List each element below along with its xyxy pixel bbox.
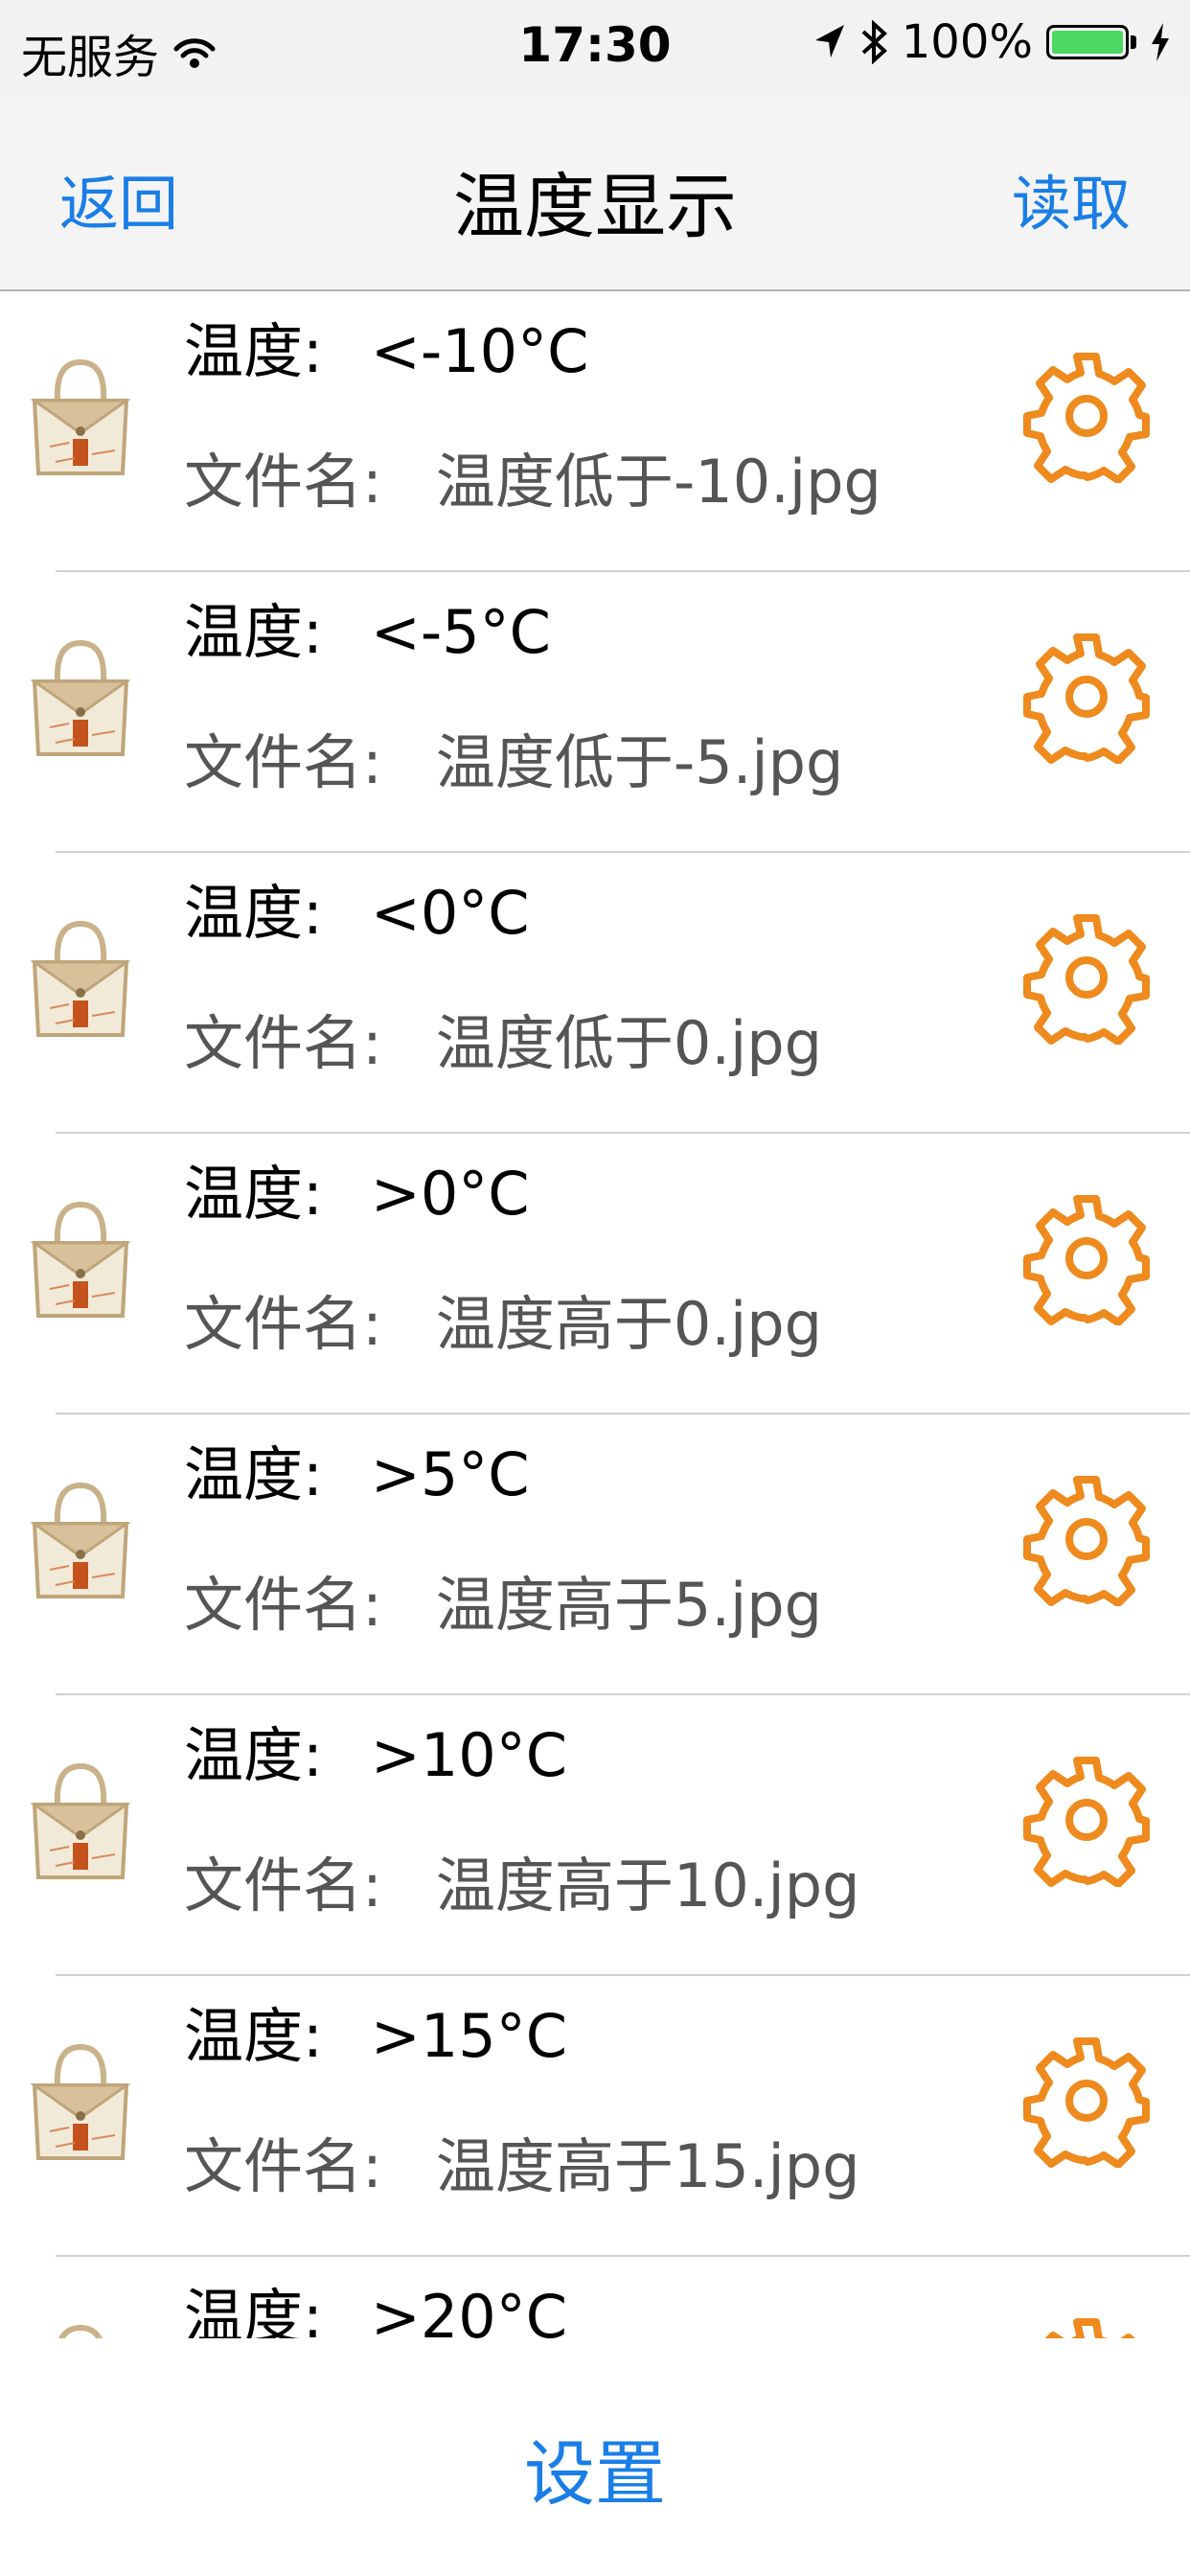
bluetooth-icon (861, 20, 887, 64)
temperature-value: <-10°C (370, 316, 589, 386)
filename-value: 温度高于10.jpg (435, 1851, 860, 1920)
temperature-line: 温度: >0°C (184, 1145, 530, 1231)
temperature-value: >5°C (370, 1439, 530, 1509)
filename-value: 温度低于0.jpg (435, 1008, 822, 1078)
temperature-line: 温度: <0°C (184, 864, 530, 951)
read-button[interactable]: 读取 (1012, 155, 1131, 242)
filename-value: 温度高于5.jpg (435, 1570, 822, 1640)
settings-button[interactable]: 设置 (0, 2417, 1190, 2519)
list-item[interactable]: 温度: >0°C 文件名: 温度高于0.jpg (0, 1134, 1190, 1414)
temperature-value: <-5°C (370, 597, 551, 667)
bag-thumbnail-image (27, 351, 134, 485)
filename-label: 文件名: (184, 1570, 382, 1640)
list-item[interactable]: 温度: >15°C 文件名: 温度高于15.jpg (0, 1976, 1190, 2257)
filename-label: 文件名: (184, 447, 382, 517)
temperature-value: >15°C (370, 2001, 568, 2071)
gear-icon[interactable] (1019, 630, 1154, 765)
list-item[interactable]: 温度:>20°C 文件名: (0, 2257, 1190, 2338)
list-item[interactable]: 温度: >5°C 文件名: 温度高于5.jpg (0, 1414, 1190, 1695)
bag-thumbnail-image (27, 912, 134, 1046)
temperature-label: 温度: (184, 2001, 323, 2071)
temperature-label: 温度: (184, 1159, 323, 1229)
filename-line: 文件名: 温度高于10.jpg (184, 1837, 859, 1923)
temperature-value: >20°C (370, 2282, 568, 2338)
list-item[interactable]: 温度: <-10°C 文件名: 温度低于-10.jpg (0, 291, 1190, 572)
status-right: 100% (800, 15, 1171, 69)
bag-thumbnail-image (27, 2036, 134, 2170)
location-arrow-icon (814, 25, 844, 58)
bottom-toolbar: 设置 (0, 2338, 1190, 2576)
filename-value: 温度高于0.jpg (435, 1289, 822, 1359)
filename-value: 温度高于15.jpg (435, 2131, 860, 2201)
filename-line: 文件名: 温度低于-5.jpg (184, 714, 843, 800)
gear-icon[interactable] (1019, 2314, 1154, 2338)
status-bar: 无服务 17:30 100% (0, 0, 1190, 96)
temperature-line: 温度: >15°C (184, 1988, 567, 2074)
filename-line: 文件名: 温度高于0.jpg (184, 1276, 822, 1362)
filename-line: 文件名: 温度低于0.jpg (184, 995, 822, 1081)
temperature-label: 温度: (184, 878, 323, 948)
temperature-line: 温度: >10°C (184, 1707, 567, 1793)
gear-icon[interactable] (1019, 1191, 1154, 1326)
filename-value: 温度低于-10.jpg (435, 447, 881, 517)
battery-tip (1131, 35, 1136, 49)
temperature-label: 温度: (184, 2282, 323, 2338)
list-item[interactable]: 温度: <0°C 文件名: 温度低于0.jpg (0, 853, 1190, 1134)
filename-label: 文件名: (184, 1289, 382, 1359)
filename-value: 温度低于-5.jpg (435, 727, 844, 797)
gear-icon[interactable] (1019, 349, 1154, 484)
temperature-value: >10°C (370, 1720, 568, 1790)
temperature-label: 温度: (184, 1439, 323, 1509)
filename-label: 文件名: (184, 1008, 382, 1078)
bag-thumbnail-image (27, 632, 134, 766)
gear-icon[interactable] (1019, 1753, 1154, 1888)
temperature-line: 温度: <-5°C (184, 584, 551, 670)
filename-label: 文件名: (184, 727, 382, 797)
battery-percent: 100% (901, 15, 1033, 69)
filename-label: 文件名: (184, 2131, 382, 2201)
temperature-list[interactable]: 温度: <-10°C 文件名: 温度低于-10.jpg 温度: <-5°C 文件… (0, 291, 1190, 2338)
bag-thumbnail-image (27, 1755, 134, 1889)
filename-line: 文件名: 温度高于15.jpg (184, 2118, 859, 2204)
battery-icon (1046, 25, 1129, 59)
temperature-line: 温度: <-10°C (184, 303, 588, 389)
filename-line: 文件名: 温度低于-10.jpg (184, 433, 881, 519)
navigation-bar: 返回 温度显示 读取 (0, 96, 1190, 291)
gear-icon[interactable] (1019, 1472, 1154, 1607)
bag-thumbnail-image (27, 1193, 134, 1327)
gear-icon[interactable] (1019, 910, 1154, 1046)
temperature-label: 温度: (184, 316, 323, 386)
temperature-value: >0°C (370, 1159, 530, 1229)
bag-thumbnail-image (27, 1474, 134, 1608)
temperature-label: 温度: (184, 1720, 323, 1790)
list-item[interactable]: 温度: <-5°C 文件名: 温度低于-5.jpg (0, 572, 1190, 853)
temperature-value: <0°C (370, 878, 530, 948)
temperature-line: 温度: >20°C (184, 2268, 567, 2338)
charging-bolt-icon (1152, 23, 1169, 61)
filename-line: 文件名: 温度高于5.jpg (184, 1556, 822, 1643)
temperature-label: 温度: (184, 597, 323, 667)
list-item[interactable]: 温度: >10°C 文件名: 温度高于10.jpg (0, 1695, 1190, 1976)
bag-thumbnail-image (27, 2316, 134, 2338)
gear-icon[interactable] (1019, 2034, 1154, 2169)
filename-label: 文件名: (184, 1851, 382, 1920)
temperature-line: 温度: >5°C (184, 1426, 530, 1512)
